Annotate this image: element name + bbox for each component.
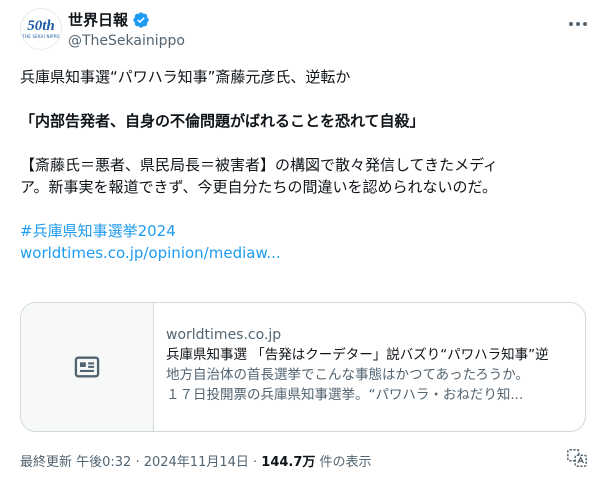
more-icon[interactable] <box>566 12 590 36</box>
view-count: 144.7万 <box>261 455 316 470</box>
tweet-line-body-1: 【斎藤氏＝悪者、県民局長＝被害者】の構図で散々発信してきたメディ <box>20 156 499 174</box>
tweet-text: 兵庫県知事選“パワハラ知事”斎藤元彦氏、逆転か 「内部告発者、自身の不倫問題がば… <box>20 66 580 264</box>
url-link[interactable]: worldtimes.co.jp/opinion/mediaw... <box>20 242 580 264</box>
tweet-line-quote: 「内部告発者、自身の不倫問題がばれることを恐れて自殺」 <box>20 112 425 130</box>
avatar-number: 50th <box>27 17 55 34</box>
author-name[interactable]: 世界日報 <box>68 10 128 30</box>
timestamp[interactable]: 最終更新 午後0:32 · 2024年11月14日 · <box>20 455 261 470</box>
view-suffix: 件の表示 <box>315 455 372 470</box>
author-handle[interactable]: @TheSekainippo <box>68 32 185 50</box>
tweet-line-headline: 兵庫県知事選“パワハラ知事”斎藤元彦氏、逆転か <box>20 68 351 86</box>
avatar-caption: THE SEKAI NIPPO <box>22 33 60 39</box>
verified-badge-icon <box>133 12 149 28</box>
link-preview-card[interactable]: worldtimes.co.jp 兵庫県知事選 「告発はクーデター」説バズり“パ… <box>20 302 586 432</box>
card-body: worldtimes.co.jp 兵庫県知事選 「告発はクーデター」説バズり“パ… <box>166 325 578 405</box>
card-domain: worldtimes.co.jp <box>166 327 282 343</box>
article-icon <box>74 356 100 378</box>
author-name-row: 世界日報 <box>68 10 150 30</box>
card-thumbnail <box>21 303 154 431</box>
card-title: 兵庫県知事選 「告発はクーデター」説バズり“パワハラ知事”逆 <box>166 347 549 363</box>
hashtag-link[interactable]: #兵庫県知事選挙2024 <box>20 220 580 242</box>
card-description-1: 地方自治体の首長選挙でこんな事態はかつてあったろうか。 <box>166 367 530 383</box>
translate-icon[interactable] <box>566 447 588 469</box>
card-description-2: １７日投開票の兵庫県知事選挙。“パワハラ・おねだり知... <box>166 387 524 403</box>
tweet-meta: 最終更新 午後0:32 · 2024年11月14日 · 144.7万 件の表示 <box>20 451 372 470</box>
tweet-line-body-2: ア。新事実を報道できず、今更自分たちの間違いを認められないのだ。 <box>20 178 498 196</box>
avatar[interactable]: 50th THE SEKAI NIPPO <box>20 8 62 50</box>
